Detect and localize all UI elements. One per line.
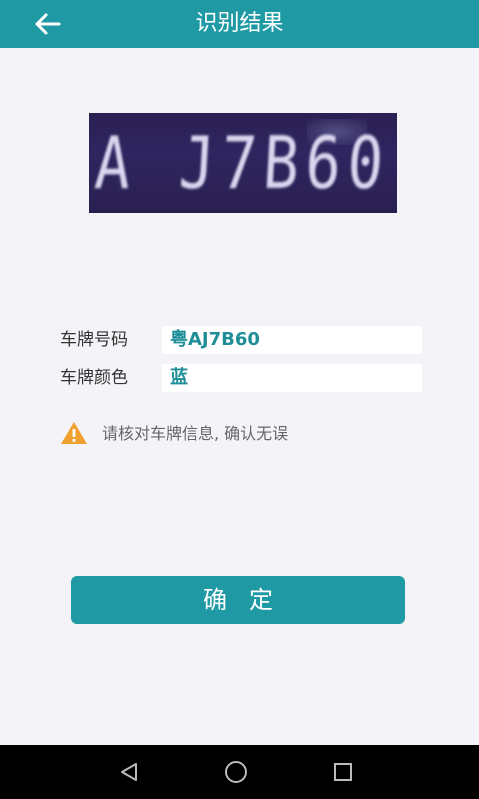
plate-color-value: 蓝 (170, 367, 188, 388)
page-title: 识别结果 (195, 11, 284, 36)
back-button[interactable] (30, 6, 66, 42)
plate-color-field[interactable]: 蓝 (162, 364, 422, 392)
plate-color-row: 车牌颜色 蓝 (60, 364, 422, 392)
app-header: 识别结果 (0, 0, 479, 48)
license-plate-image: A J7B60 (89, 113, 397, 213)
nav-back-button[interactable] (113, 756, 145, 788)
plate-color-label: 车牌颜色 (60, 368, 128, 388)
nav-recents-button[interactable] (327, 756, 359, 788)
nav-back-icon (121, 763, 137, 781)
plate-number-label: 车牌号码 (60, 330, 128, 350)
nav-home-button[interactable] (220, 756, 252, 788)
plate-image-text: A J7B60 (92, 121, 393, 205)
warning-message: 请核对车牌信息, 确认无误 (60, 421, 400, 447)
plate-number-field[interactable]: 粤AJ7B60 (162, 326, 422, 354)
plate-number-row: 车牌号码 粤AJ7B60 (60, 326, 422, 354)
confirm-button[interactable]: 确定 (71, 576, 405, 624)
nav-home-icon (225, 761, 247, 783)
arrow-left-icon (35, 13, 61, 35)
system-navbar (0, 745, 479, 799)
nav-recents-icon (334, 763, 352, 781)
warning-text: 请核对车牌信息, 确认无误 (102, 424, 289, 443)
plate-number-value: 粤AJ7B60 (170, 329, 260, 350)
warning-triangle-icon (61, 422, 87, 444)
